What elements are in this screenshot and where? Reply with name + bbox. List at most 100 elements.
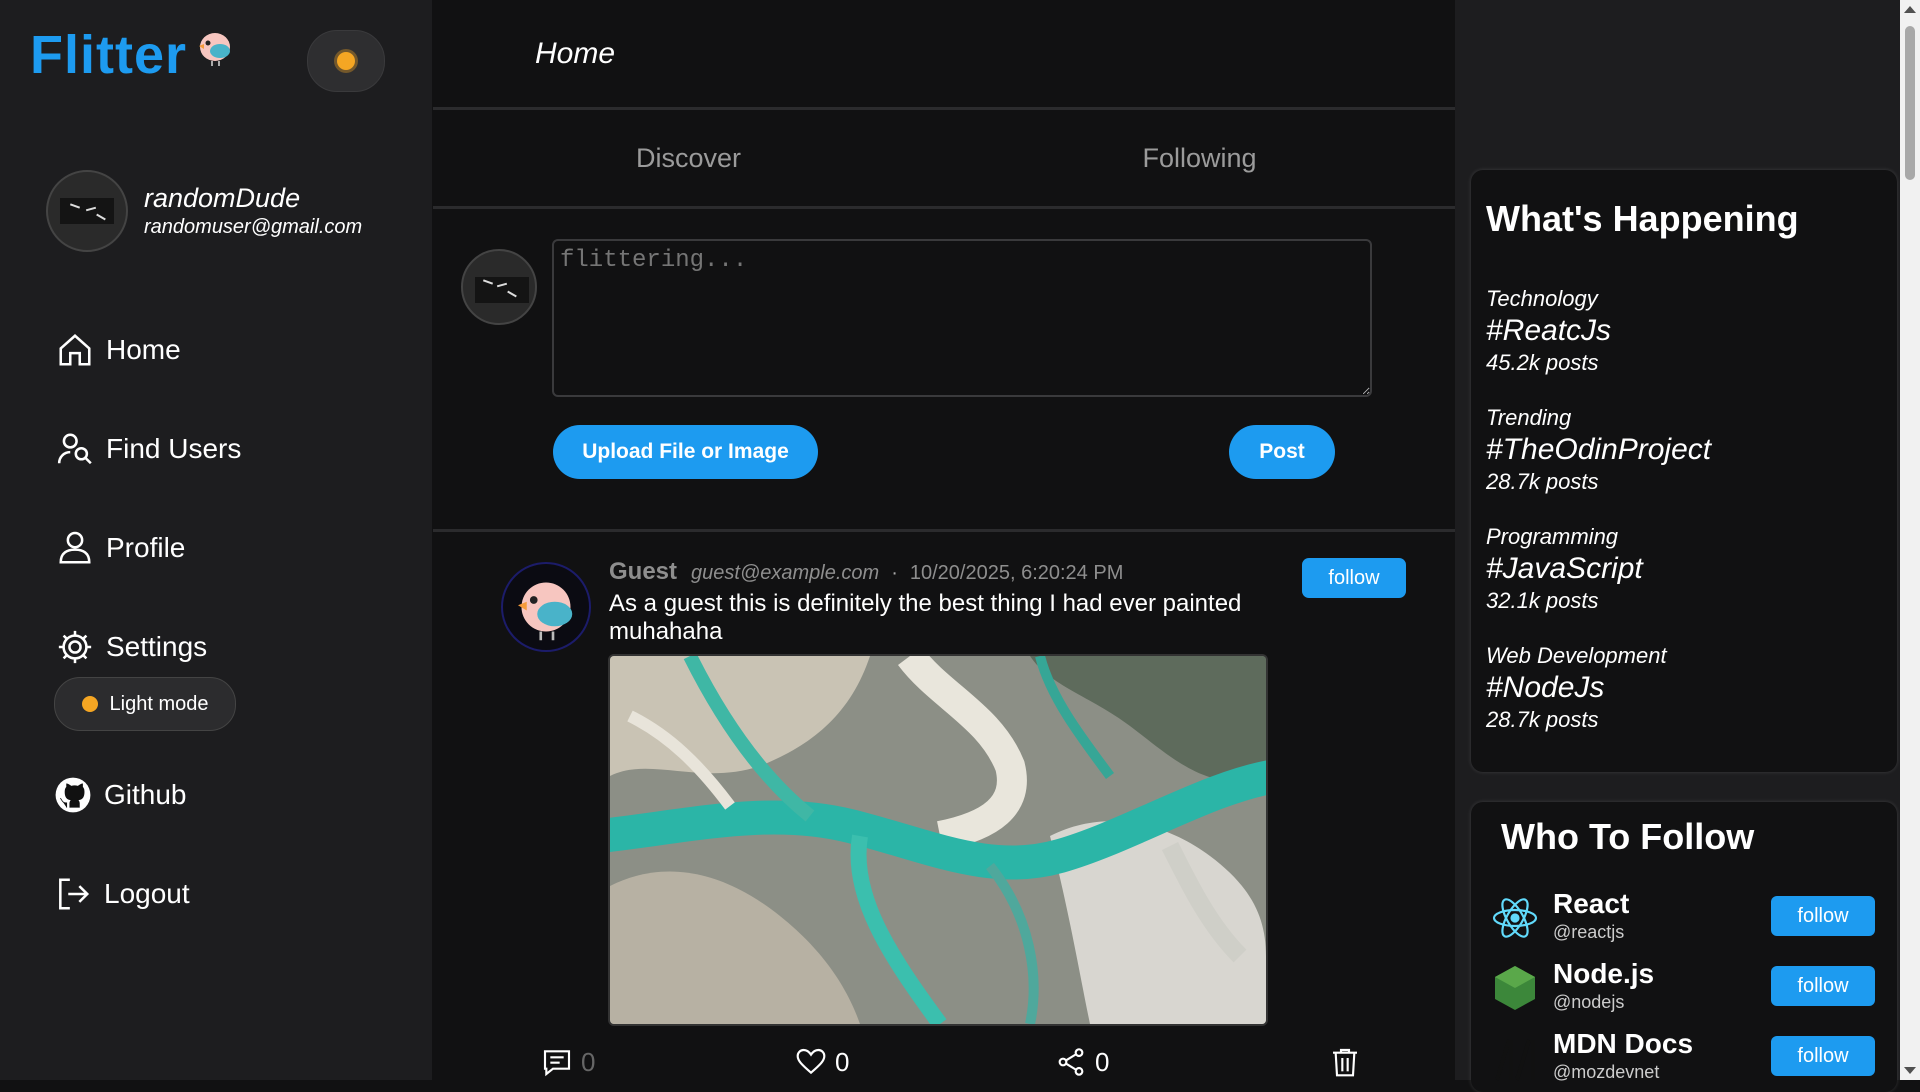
tweet-author-email: guest@example.com bbox=[691, 562, 880, 584]
trend-category: Programming bbox=[1486, 524, 1619, 549]
trend-count: 45.2k posts bbox=[1486, 350, 1599, 375]
bird-logo-icon bbox=[195, 25, 235, 72]
share-action[interactable]: 0 bbox=[1055, 1046, 1109, 1078]
nav-item-label: Logout bbox=[104, 877, 190, 909]
suggestion-handle: @reactjs bbox=[1553, 922, 1625, 942]
share-count: 0 bbox=[1095, 1046, 1110, 1077]
find-users-icon bbox=[57, 432, 92, 464]
who-to-follow-panel: Who To Follow React @reactjs follow Node… bbox=[1471, 802, 1897, 1092]
suggestion-name[interactable]: MDN Docs bbox=[1553, 1028, 1693, 1060]
comment-count: 0 bbox=[581, 1046, 596, 1077]
suggestion-item: React @reactjs follow bbox=[1491, 886, 1881, 948]
trend-item[interactable]: Programming #JavaScript 32.1k posts bbox=[1486, 524, 1643, 614]
github-icon bbox=[55, 777, 91, 812]
mdn-icon bbox=[1495, 1039, 1535, 1081]
compose-input[interactable] bbox=[552, 239, 1372, 397]
suggestion-handle: @nodejs bbox=[1553, 992, 1625, 1012]
logout-icon bbox=[59, 877, 90, 910]
sun-icon bbox=[337, 52, 355, 70]
trend-item[interactable]: Web Development #NodeJs 28.7k posts bbox=[1486, 643, 1667, 733]
tweet-actions: 0 0 0 bbox=[541, 1046, 1411, 1086]
tab-following[interactable]: Following bbox=[944, 110, 1455, 206]
user-profile-card[interactable]: randomDude randomuser@gmail.com bbox=[46, 170, 362, 252]
trend-count: 32.1k posts bbox=[1486, 588, 1599, 613]
follow-button[interactable]: follow bbox=[1771, 1036, 1875, 1076]
nav-item-github[interactable]: Github bbox=[54, 745, 190, 844]
avatar bbox=[461, 249, 537, 325]
trend-tag: #NodeJs bbox=[1486, 671, 1605, 704]
trend-count: 28.7k posts bbox=[1486, 707, 1599, 732]
follow-button[interactable]: follow bbox=[1771, 896, 1875, 936]
trash-icon bbox=[1333, 1048, 1357, 1077]
tweet-timestamp: 10/20/2025, 6:20:24 PM bbox=[909, 562, 1124, 584]
trend-category: Trending bbox=[1486, 405, 1572, 430]
share-icon bbox=[1058, 1048, 1084, 1076]
theme-toggle-button[interactable] bbox=[307, 30, 385, 92]
trend-tag: #JavaScript bbox=[1486, 552, 1643, 585]
suggestion-name[interactable]: Node.js bbox=[1553, 958, 1654, 990]
nav-item-home[interactable]: Home bbox=[56, 300, 241, 399]
tweet-image[interactable] bbox=[608, 654, 1268, 1026]
gear-icon bbox=[58, 630, 92, 663]
nav-item-label: Find Users bbox=[106, 432, 242, 464]
delete-action[interactable] bbox=[1329, 1046, 1369, 1078]
whats-happening-panel: What's Happening Technology #ReatcJs 45.… bbox=[1471, 170, 1897, 772]
username: randomDude bbox=[144, 183, 301, 213]
post-button[interactable]: Post bbox=[1229, 425, 1335, 479]
trend-category: Web Development bbox=[1486, 643, 1667, 668]
scroll-thumb[interactable] bbox=[1905, 26, 1915, 180]
avatar bbox=[46, 170, 128, 252]
trend-count: 28.7k posts bbox=[1486, 469, 1599, 494]
page-title: Home bbox=[535, 36, 616, 70]
whats-happening-title: What's Happening bbox=[1486, 198, 1799, 239]
logo-text: Flitter bbox=[30, 25, 188, 85]
tweet-author-name[interactable]: Guest bbox=[609, 558, 677, 586]
nav-item-label: Home bbox=[106, 333, 181, 365]
comment-action[interactable]: 0 bbox=[541, 1046, 595, 1078]
trend-category: Technology bbox=[1486, 286, 1598, 311]
nav-item-label: Settings bbox=[106, 630, 208, 662]
suggestion-name[interactable]: React bbox=[1553, 888, 1629, 920]
light-mode-button[interactable]: Light mode bbox=[54, 677, 236, 731]
nav-item-logout[interactable]: Logout bbox=[54, 844, 190, 943]
page-scrollbar[interactable] bbox=[1900, 0, 1920, 1080]
compose-box: Upload File or Image Post bbox=[433, 209, 1455, 532]
user-email: randomuser@gmail.com bbox=[144, 216, 363, 238]
main-feed: Home Discover Following Upload File or I… bbox=[433, 0, 1455, 1080]
upload-file-button[interactable]: Upload File or Image bbox=[553, 425, 818, 479]
react-icon bbox=[1492, 898, 1538, 938]
like-action[interactable]: 0 bbox=[795, 1046, 849, 1078]
tab-discover[interactable]: Discover bbox=[433, 110, 944, 206]
main-nav: Home Find Users Profile Settings bbox=[56, 300, 241, 696]
tweet-header: Guest guest@example.com · 10/20/2025, 6:… bbox=[609, 558, 1123, 586]
scroll-up-arrow-icon[interactable] bbox=[1904, 6, 1916, 13]
nav-item-find-users[interactable]: Find Users bbox=[56, 399, 241, 498]
separator-dot: · bbox=[891, 562, 898, 584]
heart-icon bbox=[796, 1048, 826, 1075]
scroll-down-arrow-icon[interactable] bbox=[1904, 1067, 1916, 1074]
follow-button[interactable]: follow bbox=[1302, 558, 1406, 598]
follow-button[interactable]: follow bbox=[1771, 966, 1875, 1006]
left-sidebar: Flitter randomDude randomuser@gmail.com bbox=[0, 0, 432, 1080]
tweet-text: As a guest this is definitely the best t… bbox=[609, 590, 1242, 645]
app-logo[interactable]: Flitter bbox=[30, 24, 235, 86]
sun-icon bbox=[81, 696, 98, 712]
comment-icon bbox=[543, 1050, 571, 1077]
nav-item-label: Github bbox=[104, 778, 187, 810]
trend-tag: #TheOdinProject bbox=[1486, 433, 1712, 466]
secondary-nav: Github Logout bbox=[54, 745, 190, 943]
light-mode-label: Light mode bbox=[109, 692, 209, 715]
avatar[interactable] bbox=[501, 562, 591, 652]
suggestion-item: Node.js @nodejs follow bbox=[1491, 956, 1881, 1018]
nodejs-icon bbox=[1495, 966, 1535, 1010]
trend-item[interactable]: Technology #ReatcJs 45.2k posts bbox=[1486, 286, 1611, 376]
like-count: 0 bbox=[835, 1046, 850, 1077]
suggestion-item: MDN Docs @mozdevnet follow bbox=[1491, 1026, 1881, 1088]
trend-tag: #ReatcJs bbox=[1486, 314, 1612, 347]
trend-item[interactable]: Trending #TheOdinProject 28.7k posts bbox=[1486, 405, 1711, 495]
nav-item-profile[interactable]: Profile bbox=[56, 498, 241, 597]
nav-item-label: Profile bbox=[106, 531, 186, 563]
feed-tabs: Discover Following bbox=[433, 110, 1455, 209]
home-icon bbox=[59, 333, 91, 366]
who-to-follow-title: Who To Follow bbox=[1501, 816, 1755, 857]
